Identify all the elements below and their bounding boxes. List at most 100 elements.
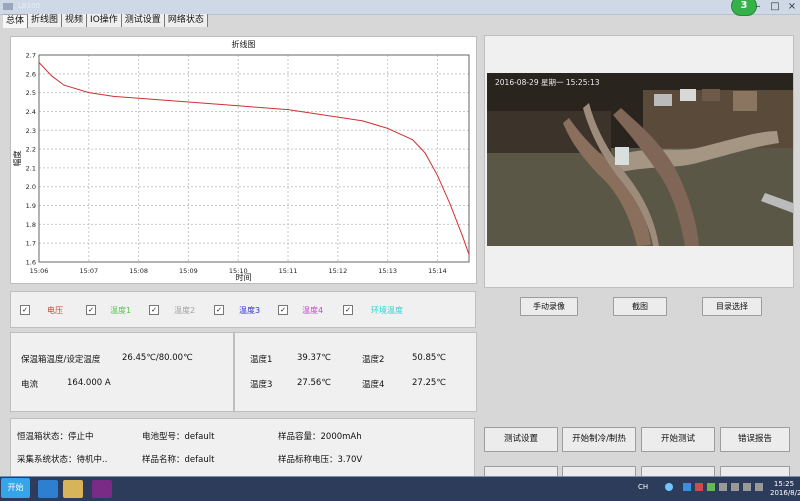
checkbox-temp2[interactable]: ✓	[149, 305, 159, 315]
voltage-point	[312, 112, 314, 114]
acquisition-status: 采集系统状态：待机中..	[17, 455, 108, 465]
chamber-status: 恒温箱状态：停止中	[17, 432, 94, 442]
folder-icon[interactable]	[63, 480, 83, 498]
x-tick-label: 15:13	[378, 267, 397, 275]
checkbox-temp4-label: 温度4	[302, 306, 324, 315]
video-view: 2016-08-29 星期一 15:25:13	[487, 73, 793, 246]
start-test-button[interactable]: 开始测试	[641, 427, 715, 452]
y-tick-label: 1.6	[26, 259, 36, 267]
error-report-button[interactable]: 错误报告	[720, 427, 790, 452]
close-button[interactable]: ×	[784, 0, 800, 14]
voltage-point	[468, 254, 470, 255]
x-axis-label: 时间	[236, 272, 252, 282]
tab-overview[interactable]: 总体	[3, 14, 29, 28]
y-tick-label: 2.5	[26, 89, 36, 97]
voltage-point	[287, 109, 289, 111]
y-tick-label: 1.8	[26, 221, 36, 229]
tray-icon-6[interactable]	[743, 483, 751, 491]
language-indicator[interactable]: CH	[638, 483, 648, 491]
voltage-point	[337, 116, 339, 118]
y-tick-label: 2.6	[26, 70, 36, 78]
checkbox-temp3-label: 温度3	[239, 306, 261, 315]
tab-io[interactable]: IO操作	[87, 14, 122, 27]
y-axis-label: 幅度	[12, 151, 22, 167]
start-button[interactable]: 开始	[1, 478, 30, 498]
browser-icon[interactable]	[38, 480, 58, 498]
sample-voltage: 样品标称电压：3.70V	[278, 455, 363, 465]
voltage-point	[63, 84, 65, 86]
checkbox-temp4[interactable]: ✓	[278, 305, 288, 315]
checkbox-temp3[interactable]: ✓	[214, 305, 224, 315]
tray-icon-1[interactable]	[683, 483, 691, 491]
line-chart-panel: 折线图 1.6 1.7 1.8 1.9 2.0 2.1 2.2 2.3 2.4 2.5 2.6 2.7 1…	[10, 36, 477, 284]
tab-video[interactable]: 视频	[62, 14, 88, 27]
window-title: LB100	[18, 2, 41, 10]
voltage-point	[237, 105, 239, 107]
start-cool-heat-button[interactable]: 开始制冷/制热	[562, 427, 636, 452]
tray-icon-5[interactable]	[731, 483, 739, 491]
x-tick-label: 15:11	[279, 267, 298, 275]
voltage-point	[412, 139, 414, 141]
sample-name: 样品名称：default	[142, 455, 215, 465]
checkbox-env-temp[interactable]: ✓	[343, 305, 353, 315]
temp4-value: 27.25℃	[412, 378, 446, 388]
x-tick-label: 15:09	[179, 267, 198, 275]
voltage-point	[399, 133, 401, 135]
x-tick-label: 15:07	[79, 267, 98, 275]
tab-test-settings[interactable]: 测试设置	[121, 14, 165, 27]
checkbox-temp1[interactable]: ✓	[86, 305, 96, 315]
tray-icon-4[interactable]	[719, 483, 727, 491]
current-label: 电流	[21, 380, 39, 390]
tab-line-chart[interactable]: 折线图	[28, 14, 63, 27]
chart-title: 折线图	[232, 39, 256, 49]
checkbox-env-temp-label: 环境温度	[371, 306, 403, 315]
y-tick-label: 2.1	[26, 164, 36, 172]
voltage-point	[38, 62, 40, 63]
checkbox-voltage-label: 电压	[47, 306, 63, 315]
temp3-label: 温度3	[250, 380, 273, 390]
taskbar: 开始 CH 15:25 2016/8/29	[0, 476, 800, 501]
checkbox-temp2-label: 温度2	[174, 306, 196, 315]
window-titlebar: LB100 3 – □ ×	[0, 0, 800, 16]
manual-record-button[interactable]: 手动录像	[520, 297, 578, 316]
voltage-point	[113, 95, 115, 97]
temp1-value: 39.37℃	[297, 353, 331, 363]
help-icon[interactable]	[665, 483, 673, 491]
minimize-button[interactable]: –	[750, 0, 766, 14]
checkbox-voltage[interactable]: ✓	[20, 305, 30, 315]
test-settings-button[interactable]: 测试设置	[484, 427, 558, 452]
app-icon[interactable]	[92, 480, 112, 498]
voltage-point	[88, 92, 90, 94]
tray-icon-3[interactable]	[707, 483, 715, 491]
video-timestamp: 2016-08-29 星期一 15:25:13	[495, 78, 600, 87]
chamber-temp-value: 26.45℃/80.00℃	[122, 353, 193, 363]
voltage-point	[163, 99, 164, 101]
voltage-point	[461, 235, 463, 237]
tab-bar: 总体 折线图 视频 IO操作 测试设置 网络状态	[3, 14, 208, 28]
tray-icon-2[interactable]	[695, 483, 703, 491]
directory-select-button[interactable]: 目录选择	[702, 297, 762, 316]
tray-icon-7[interactable]	[755, 483, 763, 491]
y-tick-label: 1.9	[26, 202, 36, 210]
video-panel: 2016-08-29 星期一 15:25:13	[484, 35, 794, 288]
temp1-label: 温度1	[250, 355, 273, 365]
y-tick-label: 2.7	[26, 52, 36, 60]
tab-network[interactable]: 网络状态	[164, 14, 208, 27]
chamber-temp-label: 保温箱温度/设定温度	[21, 355, 101, 365]
temp2-label: 温度2	[362, 355, 385, 365]
checkbox-temp1-label: 温度1	[110, 306, 132, 315]
line-chart-svg: 折线图 1.6 1.7 1.8 1.9 2.0 2.1 2.2 2.3 2.4 2.5 2.6 2.7 1…	[11, 37, 476, 283]
y-tick-label: 1.7	[26, 240, 36, 248]
temp4-label: 温度4	[362, 380, 385, 390]
x-tick-label: 15:06	[30, 267, 49, 275]
temp3-value: 27.56℃	[297, 378, 331, 388]
temperature-panel: 温度1 39.37℃ 温度2 50.85℃ 温度3 27.56℃ 温度4 27.…	[234, 332, 477, 412]
voltage-point	[187, 101, 189, 103]
clock-date: 2016/8/29	[770, 489, 800, 497]
restore-button[interactable]: □	[767, 0, 783, 14]
voltage-point	[449, 203, 451, 205]
voltage-point	[138, 97, 140, 99]
voltage-point	[387, 127, 389, 129]
screenshot-button[interactable]: 截图	[613, 297, 667, 316]
clock[interactable]: 15:25 2016/8/29	[770, 480, 800, 498]
